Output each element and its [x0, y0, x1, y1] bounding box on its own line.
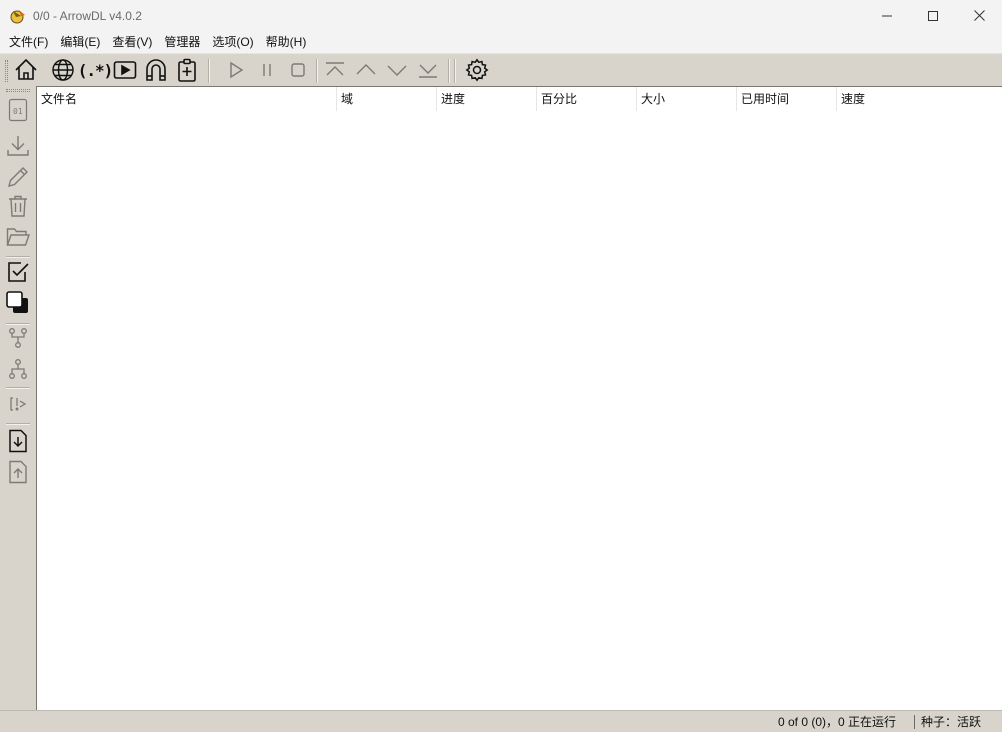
column-header-percent[interactable]: 百分比: [537, 87, 637, 111]
collapse-tree-button[interactable]: [4, 355, 32, 383]
checkbox-icon: [8, 262, 29, 282]
table-header: 文件名 域 进度 百分比 大小 已用时间 速度: [37, 87, 1002, 111]
home-icon: [15, 58, 37, 80]
add-batch-button[interactable]: (.*): [77, 56, 114, 84]
priority-icon: [10, 397, 27, 411]
move-top-icon: [326, 62, 344, 76]
clipboard-add-icon: [178, 58, 196, 82]
video-icon: [113, 61, 137, 79]
menu-options[interactable]: 选项(O): [206, 31, 259, 53]
move-up-button[interactable]: [352, 56, 380, 84]
select-all-button[interactable]: [4, 289, 32, 317]
column-header-progress[interactable]: 进度: [437, 87, 537, 111]
select-button[interactable]: [4, 258, 32, 286]
export-icon: [9, 460, 27, 484]
move-down-button[interactable]: [383, 56, 411, 84]
add-urls-button[interactable]: [49, 56, 77, 84]
magnet-icon: [146, 59, 166, 81]
expand-tree-button[interactable]: [4, 324, 32, 352]
status-separator: [914, 715, 915, 729]
move-up-icon: [356, 64, 376, 75]
status-bar: 0 of 0 (0)，0 正在运行 种子：活跃: [0, 710, 1002, 732]
settings-button[interactable]: [463, 56, 491, 84]
sidebar-drag-handle[interactable]: [6, 89, 30, 92]
minimize-icon: [882, 15, 892, 16]
column-header-domain[interactable]: 域: [337, 87, 437, 111]
trash-icon: [9, 195, 27, 217]
open-folder-icon: [6, 228, 30, 246]
maximize-icon: [928, 10, 938, 21]
pause-icon: [263, 64, 271, 76]
menu-help[interactable]: 帮助(H): [260, 31, 313, 53]
edit-button[interactable]: [4, 163, 32, 191]
pause-button[interactable]: [253, 56, 281, 84]
stop-icon: [291, 63, 305, 77]
move-down-icon: [387, 65, 407, 76]
settings-icon: [465, 58, 489, 82]
close-button[interactable]: [956, 0, 1002, 31]
column-header-elapsed-time[interactable]: 已用时间: [737, 87, 837, 111]
move-bottom-button[interactable]: [414, 56, 442, 84]
expand-tree-icon: [9, 328, 27, 348]
toolbar-drag-handle[interactable]: [5, 60, 8, 82]
menu-view[interactable]: 查看(V): [106, 31, 158, 53]
binary-file-label: 01: [13, 107, 23, 116]
move-top-button[interactable]: [321, 56, 349, 84]
menu-bar: 文件(F) 编辑(E) 查看(V) 管理器 选项(O) 帮助(H): [0, 31, 1002, 53]
toolbar-separator: [454, 59, 456, 83]
home-button[interactable]: [12, 56, 40, 84]
import-icon: [9, 429, 27, 453]
resume-button[interactable]: [222, 56, 250, 84]
select-all-icon: [6, 291, 28, 313]
download-list[interactable]: 文件名 域 进度 百分比 大小 已用时间 速度: [36, 86, 1002, 710]
column-header-size[interactable]: 大小: [637, 87, 737, 111]
move-bottom-icon: [419, 64, 437, 78]
toolbar-separator: [448, 59, 450, 83]
download-icon: [7, 136, 29, 156]
menu-file[interactable]: 文件(F): [3, 31, 54, 53]
column-header-speed[interactable]: 速度: [837, 87, 1002, 111]
toolbar-separator: [208, 59, 210, 83]
import-button[interactable]: [4, 427, 32, 455]
globe-icon: [52, 59, 74, 81]
minimize-button[interactable]: [864, 0, 910, 31]
stop-button[interactable]: [284, 56, 312, 84]
add-torrent-button[interactable]: [142, 56, 170, 84]
open-folder-button[interactable]: [4, 223, 32, 251]
arrowdl-logo-icon: [10, 9, 25, 23]
export-button[interactable]: [4, 458, 32, 486]
sidebar-separator: [6, 423, 30, 425]
collapse-tree-icon: [9, 359, 27, 379]
status-torrent: 种子：活跃: [921, 715, 982, 729]
regex-icon: (.*): [77, 60, 114, 80]
menu-manager[interactable]: 管理器: [158, 31, 206, 53]
title-bar: 0/0 - ArrowDL v4.0.2: [0, 0, 1002, 31]
toolbar-separator: [316, 59, 318, 83]
play-icon: [230, 61, 244, 79]
main-toolbar: (.*): [0, 53, 1002, 86]
remove-button[interactable]: [4, 192, 32, 220]
maximize-button[interactable]: [910, 0, 956, 31]
close-icon: [973, 10, 985, 21]
column-header-filename[interactable]: 文件名: [37, 87, 337, 111]
add-stream-button[interactable]: [111, 56, 139, 84]
download-button[interactable]: [4, 132, 32, 160]
menu-edit[interactable]: 编辑(E): [54, 31, 106, 53]
edit-icon: [8, 167, 28, 187]
status-summary: 0 of 0 (0)，0 正在运行: [778, 715, 897, 729]
window-title: 0/0 - ArrowDL v4.0.2: [33, 8, 142, 23]
priority-button[interactable]: [4, 390, 32, 418]
add-from-clipboard-button[interactable]: [173, 56, 201, 84]
info-button[interactable]: 01: [4, 96, 32, 124]
sidebar-separator: [6, 387, 30, 389]
side-toolbar: 01: [0, 86, 36, 710]
